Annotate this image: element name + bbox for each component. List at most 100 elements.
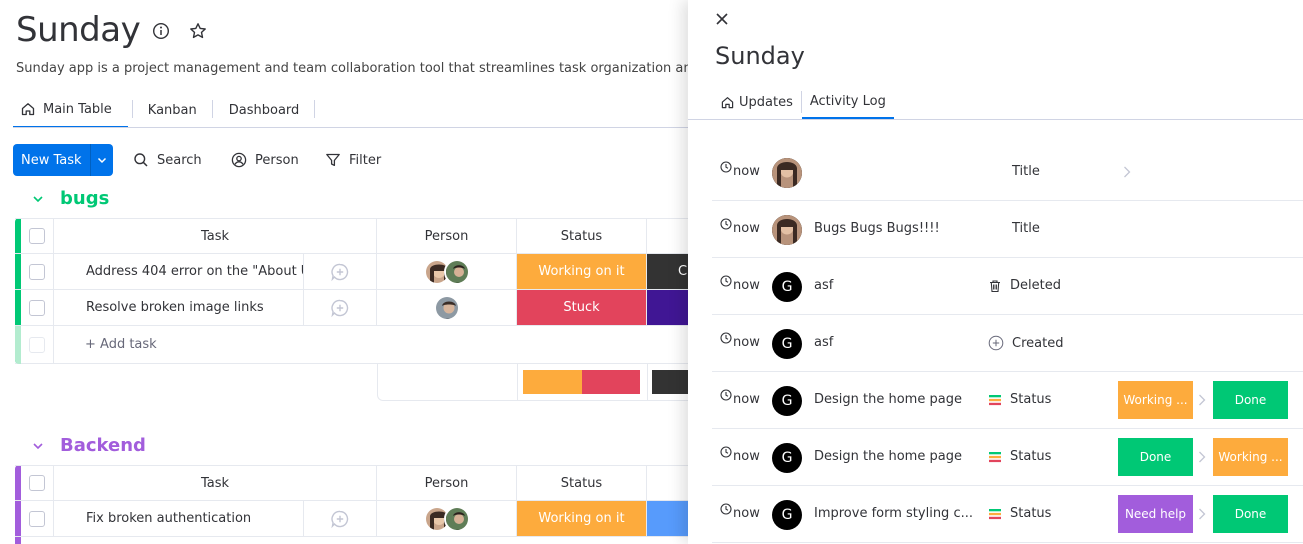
tab-label: Dashboard bbox=[228, 102, 300, 118]
chevron-down-icon[interactable] bbox=[32, 440, 44, 452]
activity-log-row[interactable]: now G Design the home page Status Working ..… bbox=[712, 372, 1303, 429]
clock-icon bbox=[720, 275, 733, 287]
log-time-text: now bbox=[733, 221, 760, 236]
tab-label: Kanban bbox=[147, 102, 197, 118]
board-title: Sunday bbox=[16, 10, 141, 50]
status-cell[interactable]: Working on it bbox=[517, 501, 647, 536]
avatar[interactable]: G bbox=[772, 386, 802, 416]
person-filter-button[interactable]: Person bbox=[231, 144, 299, 176]
activity-log-row[interactable]: now G Design the home page Status Done Workin… bbox=[712, 429, 1303, 486]
tab-label: Updates bbox=[739, 94, 793, 110]
column-header-status[interactable]: Status bbox=[517, 466, 647, 500]
chevron-right-icon[interactable] bbox=[1123, 165, 1131, 179]
task-name[interactable]: Resolve broken image links bbox=[54, 290, 304, 325]
status-summary-bar[interactable] bbox=[523, 370, 640, 394]
close-icon[interactable] bbox=[715, 12, 729, 26]
column-header-person[interactable]: Person bbox=[377, 219, 517, 253]
log-time-text: now bbox=[733, 392, 760, 407]
add-update-icon[interactable] bbox=[304, 501, 377, 536]
row-checkbox[interactable] bbox=[21, 290, 54, 325]
table-row[interactable]: Address 404 error on the "About Us" page… bbox=[15, 254, 700, 290]
column-header-status[interactable]: Status bbox=[517, 219, 647, 253]
status-to-chip: Done bbox=[1213, 495, 1288, 533]
panel-title: Sunday bbox=[715, 42, 805, 70]
avatar[interactable]: G bbox=[772, 500, 802, 530]
star-icon[interactable] bbox=[189, 22, 207, 40]
group-header-backend[interactable]: Backend bbox=[32, 435, 146, 456]
table-row[interactable]: Resolve broken image links Stuck bbox=[15, 290, 700, 326]
table-row[interactable]: Fix broken authentication Working on it bbox=[15, 501, 700, 537]
avatar bbox=[443, 258, 470, 285]
add-update-icon[interactable] bbox=[304, 290, 377, 325]
plus-circle-icon bbox=[988, 335, 1012, 351]
avatar-initial: G bbox=[781, 393, 793, 409]
clock-icon bbox=[720, 389, 733, 401]
new-task-button[interactable]: New Task bbox=[13, 144, 113, 176]
person-cell[interactable] bbox=[377, 254, 517, 289]
log-action-text: Created bbox=[1012, 335, 1064, 351]
task-name[interactable]: Address 404 error on the "About Us" page bbox=[54, 254, 304, 289]
log-time: now bbox=[720, 503, 760, 521]
avatar[interactable] bbox=[772, 215, 802, 245]
activity-log-row[interactable]: now Gasf Created bbox=[712, 315, 1303, 372]
clock-icon bbox=[720, 161, 733, 173]
panel-tabs-divider bbox=[688, 119, 1303, 120]
activity-log-row[interactable]: now Title bbox=[712, 144, 1303, 201]
avatar-initial: G bbox=[781, 507, 793, 523]
clock-icon bbox=[720, 332, 733, 344]
tab-kanban[interactable]: Kanban bbox=[131, 92, 213, 128]
status-cell[interactable]: Working on it bbox=[517, 254, 647, 289]
tab-dashboard[interactable]: Dashboard bbox=[213, 92, 316, 128]
log-action: Created bbox=[988, 335, 1063, 351]
activity-log-row[interactable]: now G Improve form styling c... Status Need … bbox=[712, 486, 1303, 543]
log-action: Title bbox=[1012, 164, 1040, 179]
log-action-text: Status bbox=[1010, 449, 1052, 464]
activity-log-row[interactable]: now Gasf Deleted bbox=[712, 258, 1303, 315]
column-header-task[interactable]: Task bbox=[54, 219, 377, 253]
avatar[interactable]: G bbox=[772, 443, 802, 473]
row-checkbox[interactable] bbox=[21, 254, 54, 289]
search-button[interactable]: Search bbox=[133, 144, 202, 176]
chevron-down-icon[interactable] bbox=[32, 193, 44, 205]
row-checkbox[interactable] bbox=[21, 501, 54, 536]
select-all-checkbox[interactable] bbox=[21, 219, 54, 253]
add-update-icon[interactable] bbox=[304, 254, 377, 289]
summary-segment[interactable] bbox=[523, 370, 582, 394]
person-icon bbox=[231, 152, 247, 168]
column-header-person[interactable]: Person bbox=[377, 466, 517, 500]
tab-activity-log[interactable]: Activity Log bbox=[801, 85, 894, 119]
tab-updates[interactable]: Updates bbox=[713, 91, 802, 113]
avatar[interactable]: G bbox=[772, 272, 802, 302]
filter-icon bbox=[326, 153, 340, 167]
chevron-down-icon[interactable] bbox=[90, 144, 113, 176]
tab-main-table[interactable]: Main Table bbox=[13, 92, 128, 128]
status-icon bbox=[988, 450, 1010, 464]
avatar[interactable]: G bbox=[772, 329, 802, 359]
log-item-name: Improve form styling c... bbox=[814, 506, 973, 521]
chevron-right-icon bbox=[1198, 393, 1206, 407]
person-cell[interactable] bbox=[377, 501, 517, 536]
activity-log-row[interactable]: now Bugs Bugs Bugs!!!! Title bbox=[712, 201, 1303, 258]
avatar[interactable] bbox=[772, 158, 802, 188]
log-time: now bbox=[720, 446, 760, 464]
log-action-text: Title bbox=[1012, 221, 1040, 236]
log-action-text: Title bbox=[1012, 164, 1040, 179]
task-name[interactable]: Fix broken authentication bbox=[54, 501, 304, 536]
status-cell[interactable]: Stuck bbox=[517, 290, 647, 325]
status-from-chip: Need help bbox=[1118, 495, 1193, 533]
log-action: Deleted bbox=[988, 278, 1061, 293]
add-task-row: + Add task bbox=[15, 326, 700, 364]
column-header-task[interactable]: Task bbox=[54, 466, 377, 500]
filter-button[interactable]: Filter bbox=[325, 144, 381, 176]
add-task-input[interactable]: + Add task bbox=[54, 326, 700, 363]
summary-segment[interactable] bbox=[581, 370, 640, 394]
panel-tabs: Updates Activity Log bbox=[713, 85, 894, 119]
person-cell[interactable] bbox=[377, 290, 517, 325]
avatar-initial: G bbox=[781, 450, 793, 466]
status-icon bbox=[988, 507, 1010, 521]
log-action: Status bbox=[988, 449, 1051, 464]
info-icon[interactable] bbox=[152, 22, 170, 40]
group-header-bugs[interactable]: bugs bbox=[32, 188, 109, 209]
log-time: now bbox=[720, 161, 760, 179]
select-all-checkbox[interactable] bbox=[21, 466, 54, 500]
